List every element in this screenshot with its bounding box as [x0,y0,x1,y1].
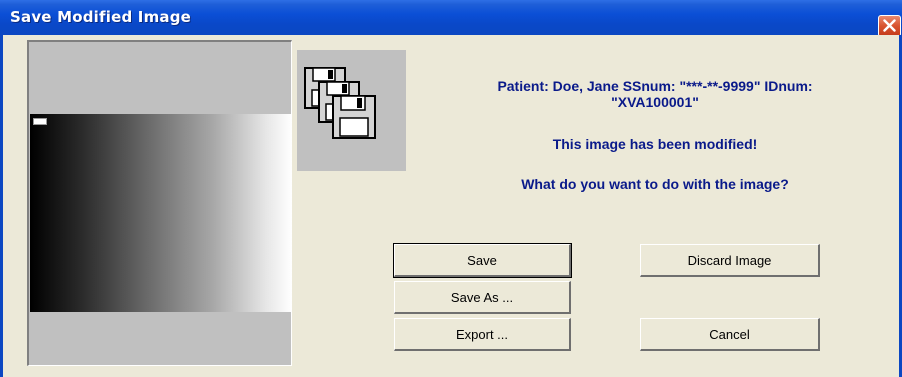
modified-message: This image has been modified! [552,136,758,152]
close-button[interactable] [878,15,901,37]
close-icon [883,19,896,32]
export-button[interactable]: Export ... [394,318,571,351]
question-message: What do you want to do with the image? [521,176,789,192]
save-button[interactable]: Save [393,243,572,278]
floppy-icon-panel [297,50,406,171]
cancel-button[interactable]: Cancel [640,318,820,351]
window-title: Save Modified Image [10,8,192,26]
save-modified-image-dialog: Save Modified Image Patient: Doe, Jane S… [0,0,902,377]
patient-info-line2: "XVA100001" [611,94,699,110]
discard-image-button[interactable]: Discard Image [640,244,820,277]
patient-info-line1: Patient: Doe, Jane SSnum: "***-**-9999" … [497,78,813,94]
patient-info: Patient: Doe, Jane SSnum: "***-**-9999" … [420,78,890,110]
thumbnail-marker [33,118,47,125]
image-preview [27,40,292,366]
image-thumbnail [30,114,292,312]
title-bar[interactable]: Save Modified Image [0,0,902,35]
save-as-button[interactable]: Save As ... [394,281,571,314]
floppy-disks-icon [304,67,376,139]
